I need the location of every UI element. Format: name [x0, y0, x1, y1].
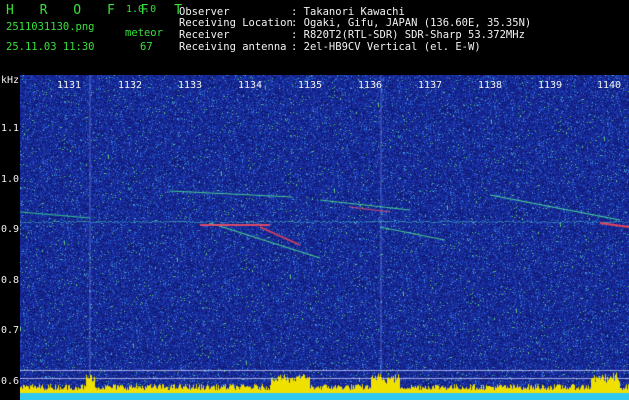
- time-tick-label: 1134: [238, 80, 263, 91]
- frequency-tick-label: 1.1: [1, 123, 20, 134]
- image-filename: 2511031130.png: [6, 21, 95, 33]
- time-tick-label: 1139: [538, 80, 563, 91]
- receiver-label: Receiver: [179, 29, 230, 41]
- time-tick-label: 1132: [118, 80, 143, 91]
- header-panel: H R O F F T 1.0.0 2511031130.png meteor …: [0, 0, 629, 74]
- frequency-unit-label: kHz: [1, 75, 20, 86]
- app-logo: H R O F F T: [6, 3, 192, 18]
- time-tick-label: 1135: [298, 80, 323, 91]
- time-tick-label: 1131: [57, 80, 82, 91]
- spectrogram-waterfall[interactable]: [20, 75, 629, 400]
- location-label: Receiving Location: [179, 17, 293, 29]
- frequency-tick-label: 0.6: [1, 376, 20, 387]
- frequency-tick-label: 0.7: [1, 325, 20, 336]
- time-tick-label: 1133: [178, 80, 203, 91]
- time-tick-label: 1137: [418, 80, 443, 91]
- app-version: 1.0.0: [126, 4, 157, 15]
- frequency-tick-label: 0.8: [1, 275, 20, 286]
- meteor-count: 67: [140, 41, 153, 53]
- frequency-tick-label: 0.9: [1, 224, 20, 235]
- antenna-label: Receiving antenna: [179, 41, 287, 53]
- time-tick-label: 1140: [597, 80, 622, 91]
- detection-mode: meteor: [125, 27, 163, 39]
- time-tick-label: 1136: [358, 80, 383, 91]
- time-tick-label: 1138: [478, 80, 503, 91]
- frequency-tick-label: 1.0: [1, 174, 20, 185]
- observation-datetime: 25.11.03 11:30: [6, 41, 95, 53]
- receiver-value: : R820T2(RTL-SDR) SDR-Sharp 53.372MHz: [291, 29, 525, 41]
- antenna-value: : 2el-HB9CV Vertical (el. E-W): [291, 41, 481, 53]
- location-value: : Ogaki, Gifu, JAPAN (136.60E, 35.35N): [291, 17, 532, 29]
